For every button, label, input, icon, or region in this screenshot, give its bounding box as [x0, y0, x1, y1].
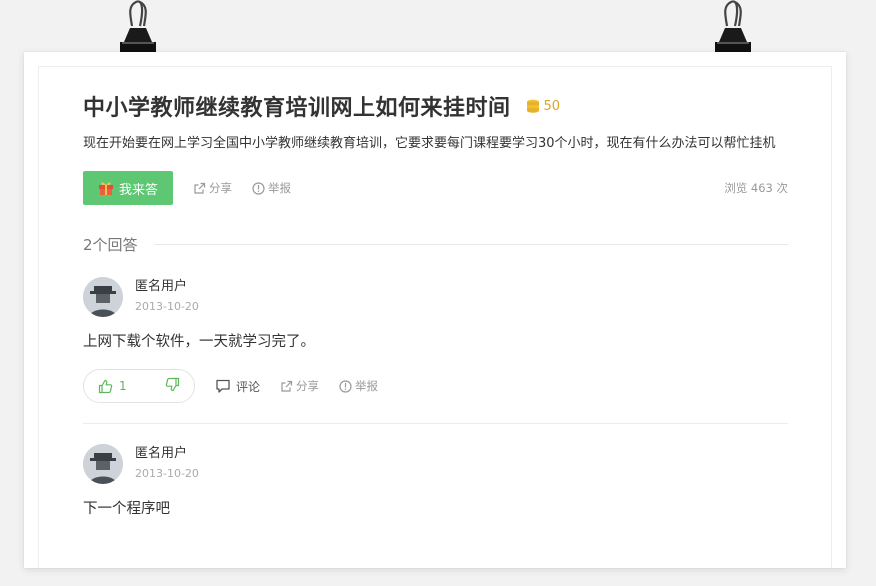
user-meta: 匿名用户 2013-10-20	[135, 445, 199, 483]
report-icon	[252, 181, 265, 195]
answer-user: 匿名用户 2013-10-20	[83, 277, 788, 317]
answer-report-label: 举报	[355, 379, 379, 393]
share-icon	[194, 182, 206, 194]
question-header: 中小学教师继续教育培训网上如何来挂时间 50	[83, 88, 788, 124]
question-description: 现在开始要在网上学习全国中小学教师继续教育培训，它要求要每门课程要学习30个小时…	[83, 136, 776, 151]
answer-share-label: 分享	[296, 379, 320, 393]
answers-header: 2个回答	[83, 229, 788, 259]
question-paper: 中小学教师继续教育培训网上如何来挂时间 50 现在开始要在网上学习全国中小学教师…	[24, 52, 846, 568]
gift-icon	[98, 182, 113, 195]
thumbs-down-icon	[165, 377, 180, 391]
anonymous-avatar-icon	[83, 277, 123, 317]
upvote-button[interactable]: 1	[98, 379, 127, 394]
share-icon	[281, 380, 293, 392]
answers-count: 2个回答	[83, 235, 138, 254]
anonymous-avatar[interactable]	[83, 277, 123, 317]
thumbs-up-icon	[98, 379, 113, 393]
divider	[83, 423, 788, 424]
view-count: 浏览 463 次	[724, 181, 788, 195]
answer-share-link[interactable]: 分享	[280, 378, 319, 394]
anonymous-avatar-icon	[83, 444, 123, 484]
vote-pill: 1	[83, 369, 195, 403]
user-name[interactable]: 匿名用户	[135, 278, 199, 296]
comment-icon	[216, 379, 230, 393]
answer-report-link[interactable]: 举报	[339, 378, 378, 394]
bounty-value: 50	[543, 98, 561, 114]
question-actions: 我来答 分享 举报 浏览 463 次	[83, 171, 788, 205]
answer-text: 上网下载个软件，一天就学习完了。	[83, 334, 315, 350]
answer-date: 2013-10-20	[135, 467, 199, 480]
answer-button-label: 我来答	[118, 182, 158, 198]
anonymous-avatar[interactable]	[83, 444, 123, 484]
answer-actions: 1 评论 分享 举报	[83, 369, 788, 403]
report-label: 举报	[268, 181, 291, 195]
bounty-badge: 50	[525, 98, 561, 114]
upvote-count: 1	[119, 379, 127, 393]
answer-button[interactable]: 我来答	[83, 171, 173, 205]
downvote-button[interactable]	[165, 377, 180, 396]
answer-item: 匿名用户 2013-10-20 下一个程序吧	[83, 444, 788, 520]
answer-text: 下一个程序吧	[83, 501, 170, 517]
answer-date: 2013-10-20	[135, 300, 199, 313]
user-meta: 匿名用户 2013-10-20	[135, 278, 199, 316]
comment-label: 评论	[236, 379, 261, 394]
user-name[interactable]: 匿名用户	[135, 445, 199, 463]
report-link[interactable]: 举报	[252, 180, 291, 196]
divider	[153, 243, 788, 245]
question-title: 中小学教师继续教育培训网上如何来挂时间	[83, 96, 511, 121]
answer-user: 匿名用户 2013-10-20	[83, 444, 788, 484]
share-link[interactable]: 分享	[193, 180, 232, 196]
coin-stack-icon	[526, 99, 539, 113]
report-icon	[339, 379, 352, 393]
comment-button[interactable]: 评论	[215, 378, 260, 395]
question-content: 中小学教师继续教育培训网上如何来挂时间 50 现在开始要在网上学习全国中小学教师…	[83, 88, 788, 520]
share-label: 分享	[209, 181, 232, 195]
answer-item: 匿名用户 2013-10-20 上网下载个软件，一天就学习完了。 1 评论 分享…	[83, 277, 788, 424]
